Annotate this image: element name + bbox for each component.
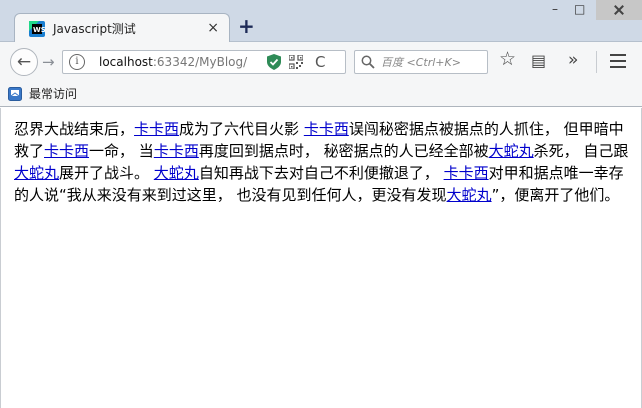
article-text: ”，便离开了他们。 [491, 186, 620, 204]
article-text: 再度回到据点时， 秘密据点的人已经全部被 [198, 142, 489, 160]
star-icon[interactable]: ☆ [499, 50, 516, 69]
character-link[interactable]: 卡卡西 [134, 120, 179, 138]
character-link[interactable]: 大蛇丸 [154, 164, 199, 182]
webstorm-icon: WS [29, 21, 45, 37]
bookmark-folder-icon [8, 87, 22, 101]
nav-bar: ← → i localhost:63342/MyBlog/ C 百度 <Ctrl… [0, 42, 642, 82]
url-path: :63342/MyBlog/ [152, 55, 248, 69]
qr-code-icon[interactable] [289, 55, 303, 69]
character-link[interactable]: 大蛇丸 [489, 142, 534, 160]
tab-active[interactable]: WS Javascript测试 × [14, 13, 230, 43]
article-text: 成为了六代目火影 [179, 120, 304, 138]
article-text: 一命， 当 [89, 142, 154, 160]
toolbar-divider [596, 51, 597, 73]
character-link[interactable]: 卡卡西 [444, 164, 489, 182]
page-content: 忍界大战结束后，卡卡西成为了六代目火影 卡卡西误闯秘密据点被据点的人抓住， 但甲… [0, 108, 642, 408]
back-button[interactable]: ← [10, 48, 38, 76]
info-icon[interactable]: i [69, 54, 85, 70]
tab-title: Javascript测试 [53, 22, 136, 36]
character-link[interactable]: 卡卡西 [304, 120, 349, 138]
article-paragraph: 忍界大战结束后，卡卡西成为了六代目火影 卡卡西误闯秘密据点被据点的人抓住， 但甲… [14, 118, 630, 206]
maximize-button[interactable]: □ [574, 2, 585, 16]
svg-text:WS: WS [33, 26, 45, 34]
reload-icon[interactable]: C [315, 53, 325, 71]
new-tab-button[interactable]: + [238, 15, 255, 37]
forward-button[interactable]: → [42, 53, 55, 71]
character-link[interactable]: 大蛇丸 [14, 164, 59, 182]
article-text: 展开了战斗。 [59, 164, 154, 182]
character-link[interactable]: 卡卡西 [44, 142, 89, 160]
reading-list-icon[interactable]: ▤ [531, 52, 546, 70]
character-link[interactable]: 卡卡西 [154, 142, 199, 160]
character-link[interactable]: 大蛇丸 [447, 186, 492, 204]
hamburger-menu-icon[interactable] [610, 54, 626, 68]
overflow-icon[interactable]: » [568, 51, 578, 69]
article-text: 杀死， 自己跟 [533, 142, 629, 160]
url-bar[interactable]: i localhost:63342/MyBlog/ C [62, 50, 346, 74]
search-bar[interactable]: 百度 <Ctrl+K> [354, 50, 488, 74]
bookmarks-bar: 最常访问 [0, 82, 642, 107]
tab-strip: WS Javascript测试 × + – □ [0, 0, 642, 43]
minimize-button[interactable]: – [552, 2, 558, 16]
article-text: 忍界大战结束后， [14, 120, 135, 138]
article-text: 自知再战下去对自己不利便撤退了， [198, 164, 444, 182]
url-text[interactable]: localhost:63342/MyBlog/ [99, 55, 247, 70]
url-host: localhost [99, 55, 153, 69]
shield-icon[interactable] [267, 54, 281, 70]
search-placeholder: 百度 <Ctrl+K> [381, 56, 461, 69]
bookmark-most-visited[interactable]: 最常访问 [29, 87, 77, 102]
close-icon[interactable]: × [207, 20, 219, 36]
window-close-button[interactable] [596, 0, 642, 20]
search-icon [361, 55, 375, 69]
